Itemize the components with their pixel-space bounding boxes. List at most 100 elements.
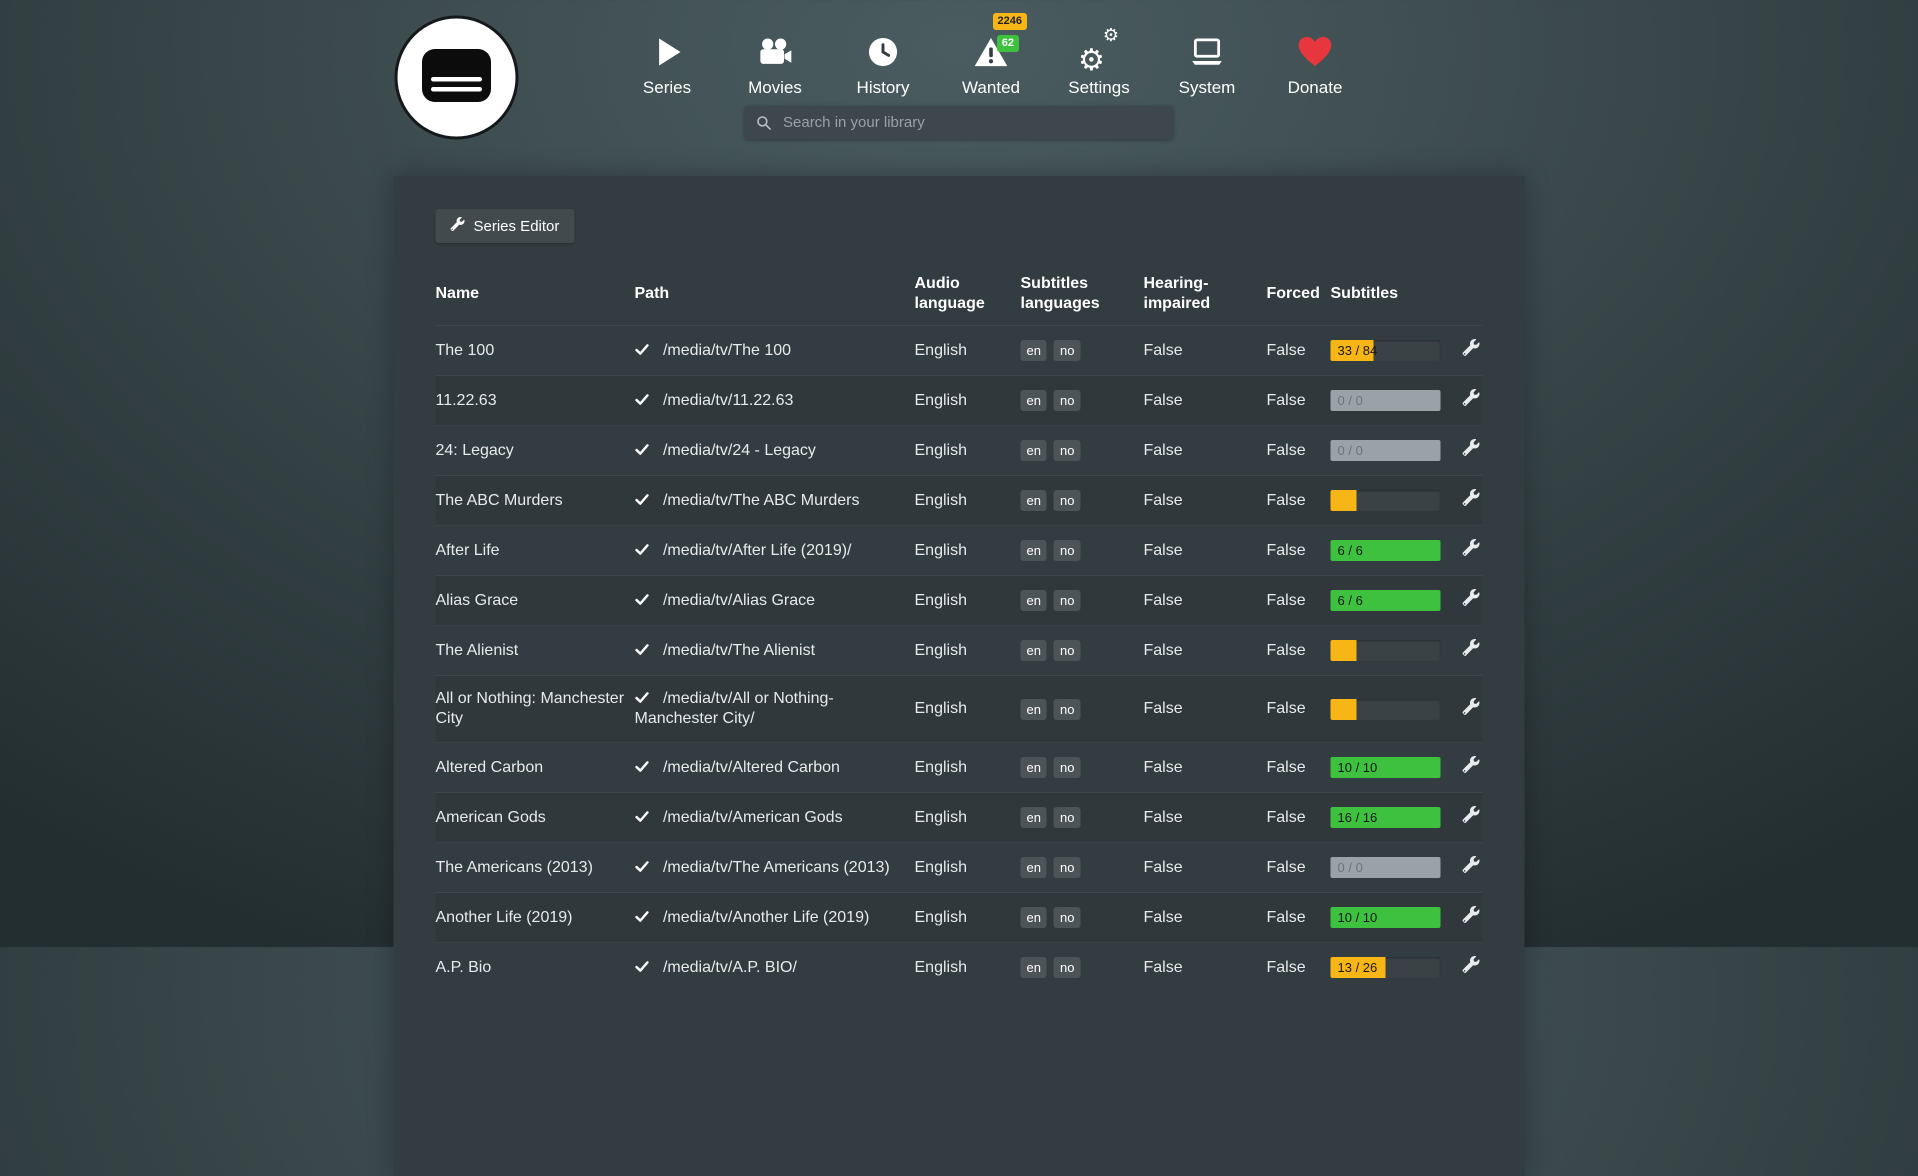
- subtitles-cell: 10 / 10: [1331, 893, 1463, 943]
- search-icon: [756, 115, 772, 131]
- edit-series-button[interactable]: [1463, 856, 1480, 876]
- audio-language-value: English: [915, 843, 1021, 893]
- series-name[interactable]: American Gods: [436, 793, 635, 843]
- edit-series-button[interactable]: [1463, 756, 1480, 776]
- language-badge-en: en: [1021, 757, 1047, 778]
- nav-item-label: Wanted: [962, 78, 1020, 98]
- language-badge-en: en: [1021, 390, 1047, 411]
- nav-icon-host: ⚙⚙: [1079, 30, 1119, 74]
- series-name[interactable]: All or Nothing: Manchester City: [436, 676, 635, 743]
- audio-language-value: English: [915, 476, 1021, 526]
- edit-series-button[interactable]: [1463, 639, 1480, 659]
- series-path: /media/tv/11.22.63: [635, 376, 915, 426]
- series-name[interactable]: A.P. Bio: [436, 943, 635, 993]
- series-name[interactable]: 24: Legacy: [436, 426, 635, 476]
- series-name[interactable]: Another Life (2019): [436, 893, 635, 943]
- edit-series-button[interactable]: [1463, 806, 1480, 826]
- table-row: The 100 /media/tv/The 100 English enno F…: [436, 326, 1483, 376]
- series-name[interactable]: The Americans (2013): [436, 843, 635, 893]
- forced-value: False: [1267, 526, 1331, 576]
- subtitles-progress-label: 0 / 0: [1338, 857, 1363, 878]
- check-icon: [635, 809, 650, 824]
- nav-item-wanted[interactable]: 224662 Wanted: [937, 30, 1045, 98]
- nav-item-series[interactable]: Series: [613, 30, 721, 98]
- audio-language-value: English: [915, 893, 1021, 943]
- search-input[interactable]: [781, 113, 1162, 132]
- hearing-impaired-value: False: [1144, 426, 1267, 476]
- nav-item-system[interactable]: System: [1153, 30, 1261, 98]
- forced-value: False: [1267, 943, 1331, 993]
- table-row: 24: Legacy /media/tv/24 - Legacy English…: [436, 426, 1483, 476]
- edit-series-button[interactable]: [1463, 539, 1480, 559]
- forced-value: False: [1267, 376, 1331, 426]
- series-path-text: /media/tv/The ABC Murders: [663, 492, 860, 509]
- wrench-icon: [1463, 639, 1480, 656]
- check-icon: [635, 759, 650, 774]
- check-icon: [635, 442, 650, 457]
- audio-language-value: English: [915, 743, 1021, 793]
- language-badge-no: no: [1054, 699, 1080, 720]
- series-name[interactable]: Altered Carbon: [436, 743, 635, 793]
- column-header-hearing-impaired: Hearing-impaired: [1144, 263, 1267, 326]
- language-badge-en: en: [1021, 907, 1047, 928]
- edit-series-button[interactable]: [1463, 698, 1480, 718]
- actions-cell: [1463, 526, 1483, 576]
- series-table: NamePathAudio languageSubtitles language…: [436, 263, 1483, 992]
- laptop-icon: [1189, 34, 1225, 70]
- nav-item-donate[interactable]: Donate: [1261, 30, 1369, 98]
- column-header-path: Path: [635, 263, 915, 326]
- edit-series-button[interactable]: [1463, 589, 1480, 609]
- edit-series-button[interactable]: [1463, 906, 1480, 926]
- wrench-icon: [1463, 589, 1480, 606]
- series-name[interactable]: The ABC Murders: [436, 476, 635, 526]
- nav-item-movies[interactable]: Movies: [721, 30, 829, 98]
- subtitles-progress: 10 / 10: [1331, 757, 1441, 778]
- language-badge-no: no: [1054, 640, 1080, 661]
- play-icon: [649, 34, 685, 70]
- language-badge-en: en: [1021, 640, 1047, 661]
- subtitles-progress-fill: [1331, 699, 1357, 720]
- subtitles-cell: 16 / 16: [1331, 793, 1463, 843]
- forced-value: False: [1267, 576, 1331, 626]
- wrench-icon: [1463, 539, 1480, 556]
- language-badge-en: en: [1021, 590, 1047, 611]
- nav-item-label: Donate: [1288, 78, 1343, 98]
- series-path: /media/tv/The Alienist: [635, 626, 915, 676]
- nav-item-history[interactable]: History: [829, 30, 937, 98]
- edit-series-button[interactable]: [1463, 439, 1480, 459]
- series-name[interactable]: After Life: [436, 526, 635, 576]
- language-badge-no: no: [1054, 757, 1080, 778]
- audio-language-value: English: [915, 676, 1021, 743]
- series-name[interactable]: Alias Grace: [436, 576, 635, 626]
- series-path-text: /media/tv/A.P. BIO/: [663, 959, 797, 976]
- subtitles-progress: [1331, 640, 1441, 661]
- nav-icon-host: 224662: [973, 30, 1009, 74]
- series-path-text: /media/tv/The Alienist: [663, 642, 815, 659]
- subtitles-progress-label: 0 / 0: [1338, 390, 1363, 411]
- series-name[interactable]: 11.22.63: [436, 376, 635, 426]
- subtitles-languages-value: enno: [1021, 476, 1144, 526]
- gears-icon: ⚙⚙: [1079, 32, 1119, 72]
- hearing-impaired-value: False: [1144, 626, 1267, 676]
- edit-series-button[interactable]: [1463, 956, 1480, 976]
- subtitles-cell: 0 / 0: [1331, 426, 1463, 476]
- language-badge-en: en: [1021, 540, 1047, 561]
- check-icon: [635, 959, 654, 976]
- edit-series-button[interactable]: [1463, 339, 1480, 359]
- actions-cell: [1463, 326, 1483, 376]
- series-name[interactable]: The Alienist: [436, 626, 635, 676]
- wrench-icon: [1463, 806, 1480, 823]
- wrench-icon: [1463, 489, 1480, 506]
- check-icon: [635, 642, 650, 657]
- edit-series-button[interactable]: [1463, 389, 1480, 409]
- edit-series-button[interactable]: [1463, 489, 1480, 509]
- check-icon: [635, 859, 654, 876]
- forced-value: False: [1267, 476, 1331, 526]
- nav-item-settings[interactable]: ⚙⚙ Settings: [1045, 30, 1153, 98]
- series-name[interactable]: The 100: [436, 326, 635, 376]
- subtitles-cell: [1331, 476, 1463, 526]
- series-path: /media/tv/A.P. BIO/: [635, 943, 915, 993]
- series-editor-button[interactable]: Series Editor: [436, 209, 575, 243]
- bazarr-logo[interactable]: [393, 14, 520, 141]
- nav-icon-host: [1189, 30, 1225, 74]
